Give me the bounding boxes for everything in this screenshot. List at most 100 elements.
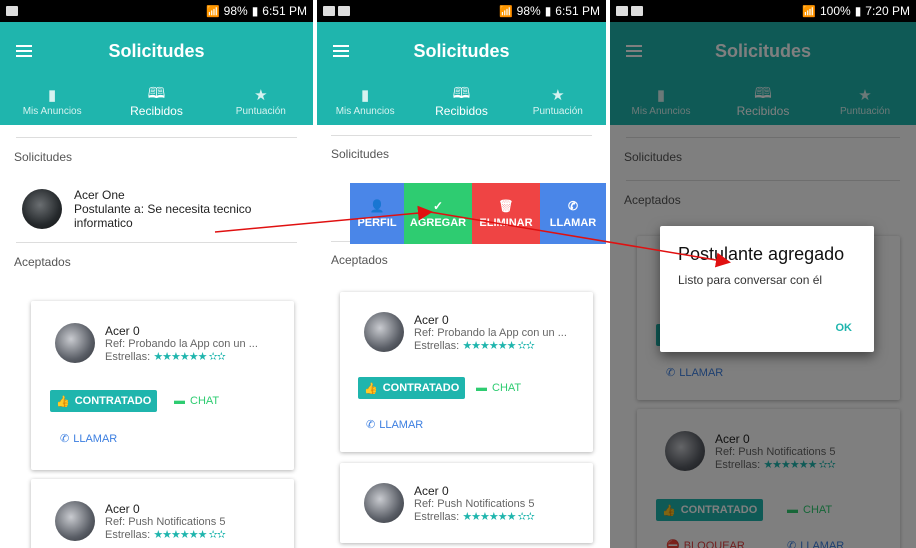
card-rating: Estrellas: ★★★★★★ ✫✫ (414, 339, 567, 352)
tab-puntuacion[interactable]: ★Puntuación (209, 79, 313, 125)
signal-icon: 📶 (802, 5, 816, 18)
thumbs-up-icon: 👍 (364, 382, 378, 395)
stars-icon: ★★★★★★ ✫✫ (153, 528, 226, 541)
clock: 7:20 PM (865, 4, 910, 18)
tab-bar: ▮Mis Anuncios 🕮 Recibidos ★Puntuación (0, 79, 313, 125)
avatar (364, 312, 404, 352)
card-name: Acer 0 (414, 483, 449, 498)
signal-icon: 📶 (498, 5, 513, 18)
clock: 6:51 PM (555, 4, 600, 18)
notification-icon (6, 6, 18, 16)
agregar-action[interactable]: ✓ AGREGAR (404, 183, 472, 244)
thumbs-up-icon: 👍 (56, 395, 70, 408)
phone-screen-1: 📶 98% ▮ 6:51 PM Solicitudes ▮ Mis Anuncios 🕮… (0, 0, 313, 548)
phone-icon: ✆ (366, 419, 376, 431)
tab-recibidos[interactable]: 🕮 Recibidos (104, 79, 208, 125)
notification-icon (338, 6, 350, 16)
llamar-button[interactable]: ✆LLAMAR (366, 418, 423, 432)
battery-level: 100% (819, 4, 851, 18)
status-bar: 📶 100% ▮ 7:20 PM (610, 0, 916, 22)
card-icon: ▮ (361, 86, 370, 104)
request-line1: Postulante a: Se necesita tecnico (74, 202, 252, 216)
rating-label: Estrellas: (414, 339, 460, 352)
accepted-card: Acer 0 Ref: Probando la App con un ... E… (340, 292, 593, 452)
accepted-card: Acer 0 Ref: Push Notifications 5 Estrell… (340, 463, 593, 543)
dialog-message: Listo para conversar con él (678, 273, 823, 287)
card-name: Acer 0 (105, 501, 140, 516)
star-icon: ★ (254, 86, 268, 104)
avatar (364, 483, 404, 523)
battery-level: 98% (223, 4, 248, 18)
request-name: Acer One (74, 188, 125, 202)
swipe-action-row: 👤 PERFIL ✓ AGREGAR 🗑 ELIMINAR ✆ LLAMAR (350, 183, 606, 244)
app-toolbar: Solicitudes (0, 22, 313, 80)
eliminar-action[interactable]: 🗑 ELIMINAR (472, 183, 540, 244)
clock: 6:51 PM (262, 4, 307, 18)
rating-label: Estrellas: (105, 350, 151, 363)
status-bar: 📶 98% ▮ 6:51 PM (317, 0, 606, 22)
section-header-solicitudes: Solicitudes (331, 147, 390, 161)
screenshot-collage: 📶 98% ▮ 6:51 PM Solicitudes ▮ Mis Anuncios 🕮… (0, 0, 916, 548)
image-icon (323, 6, 335, 16)
book-icon: 🕮 (147, 85, 166, 102)
phone-screen-3: 📶100%▮7:20 PM Solicitudes ▮Mis Anuncios … (610, 0, 916, 548)
chat-button[interactable]: ▬ CHAT (174, 395, 219, 407)
tab-label: Mis Anuncios (335, 105, 395, 117)
card-name: Acer 0 (414, 312, 449, 327)
action-label: ELIMINAR (479, 216, 533, 229)
llamar-action[interactable]: ✆ LLAMAR (540, 183, 606, 244)
person-icon: 👤 (369, 198, 385, 213)
notification-icon (631, 6, 643, 16)
phone-icon: ✆ (60, 433, 70, 445)
section-header-aceptados: Aceptados (331, 253, 388, 267)
hamburger-menu-icon[interactable] (0, 45, 48, 57)
request-list-item[interactable]: Acer One Postulante a: Se necesita tecni… (0, 180, 313, 238)
app-toolbar: Solicitudes (317, 22, 606, 80)
tab-recibidos[interactable]: 🕮 Recibidos (413, 79, 509, 125)
battery-level: 98% (516, 4, 541, 18)
avatar (22, 189, 62, 229)
perfil-action[interactable]: 👤 PERFIL (350, 183, 404, 244)
action-label: LLAMAR (549, 216, 597, 229)
contratado-button[interactable]: 👍 CONTRATADO (358, 377, 466, 399)
card-icon: ▮ (48, 86, 57, 104)
stars-icon: ★★★★★★ ✫✫ (153, 350, 226, 363)
accepted-card: Acer 0 Ref: Push Notifications 5 Estrell… (31, 479, 294, 548)
avatar (55, 501, 95, 541)
ok-button[interactable]: OK (836, 322, 853, 334)
hamburger-menu-icon[interactable] (317, 45, 365, 57)
chat-icon: ▬ (476, 382, 487, 394)
tab-bar: ▮Mis Anuncios 🕮 Recibidos ★Puntuación (317, 79, 606, 125)
card-ref: Ref: Probando la App con un ... (105, 337, 258, 350)
chat-button[interactable]: ▬ CHAT (476, 382, 521, 394)
tab-label: Recibidos (435, 104, 488, 118)
card-rating: Estrellas: ★★★★★★ ✫✫ (105, 528, 226, 541)
battery-icon: ▮ (544, 4, 552, 18)
card-ref: Ref: Push Notifications 5 (105, 515, 226, 528)
tab-puntuacion[interactable]: ★Puntuación (510, 79, 606, 125)
tab-mis-anuncios[interactable]: ▮Mis Anuncios (0, 79, 104, 125)
confirmation-dialog: Postulante agregado Listo para conversar… (660, 226, 874, 352)
tab-label: Mis Anuncios (22, 105, 82, 117)
button-label: CHAT (190, 395, 220, 407)
tab-mis-anuncios[interactable]: ▮Mis Anuncios (317, 79, 413, 125)
section-header-solicitudes: Solicitudes (14, 150, 73, 164)
avatar (55, 323, 95, 363)
tab-label: Puntuación (532, 105, 583, 117)
battery-icon: ▮ (251, 4, 259, 18)
stars-icon: ★★★★★★ ✫✫ (462, 339, 535, 352)
contratado-button[interactable]: 👍 CONTRATADO (50, 390, 158, 412)
chat-icon: ▬ (174, 395, 185, 407)
action-label: AGREGAR (409, 216, 467, 229)
phone-screen-2: 📶 98% ▮ 6:51 PM Solicitudes ▮ Mis Anuncios 🕮… (317, 0, 606, 548)
card-name: Acer 0 (105, 323, 140, 338)
signal-icon: 📶 (205, 5, 220, 18)
status-bar: 📶 98% ▮ 6:51 PM (0, 0, 313, 22)
card-ref: Ref: Probando la App con un ... (414, 326, 567, 339)
star-icon: ★ (551, 86, 565, 104)
rating-label: Estrellas: (105, 528, 151, 541)
battery-icon: ▮ (854, 4, 862, 18)
action-label: PERFIL (357, 216, 397, 229)
llamar-button[interactable]: ✆LLAMAR (60, 432, 117, 446)
page-title: Solicitudes (413, 40, 510, 61)
